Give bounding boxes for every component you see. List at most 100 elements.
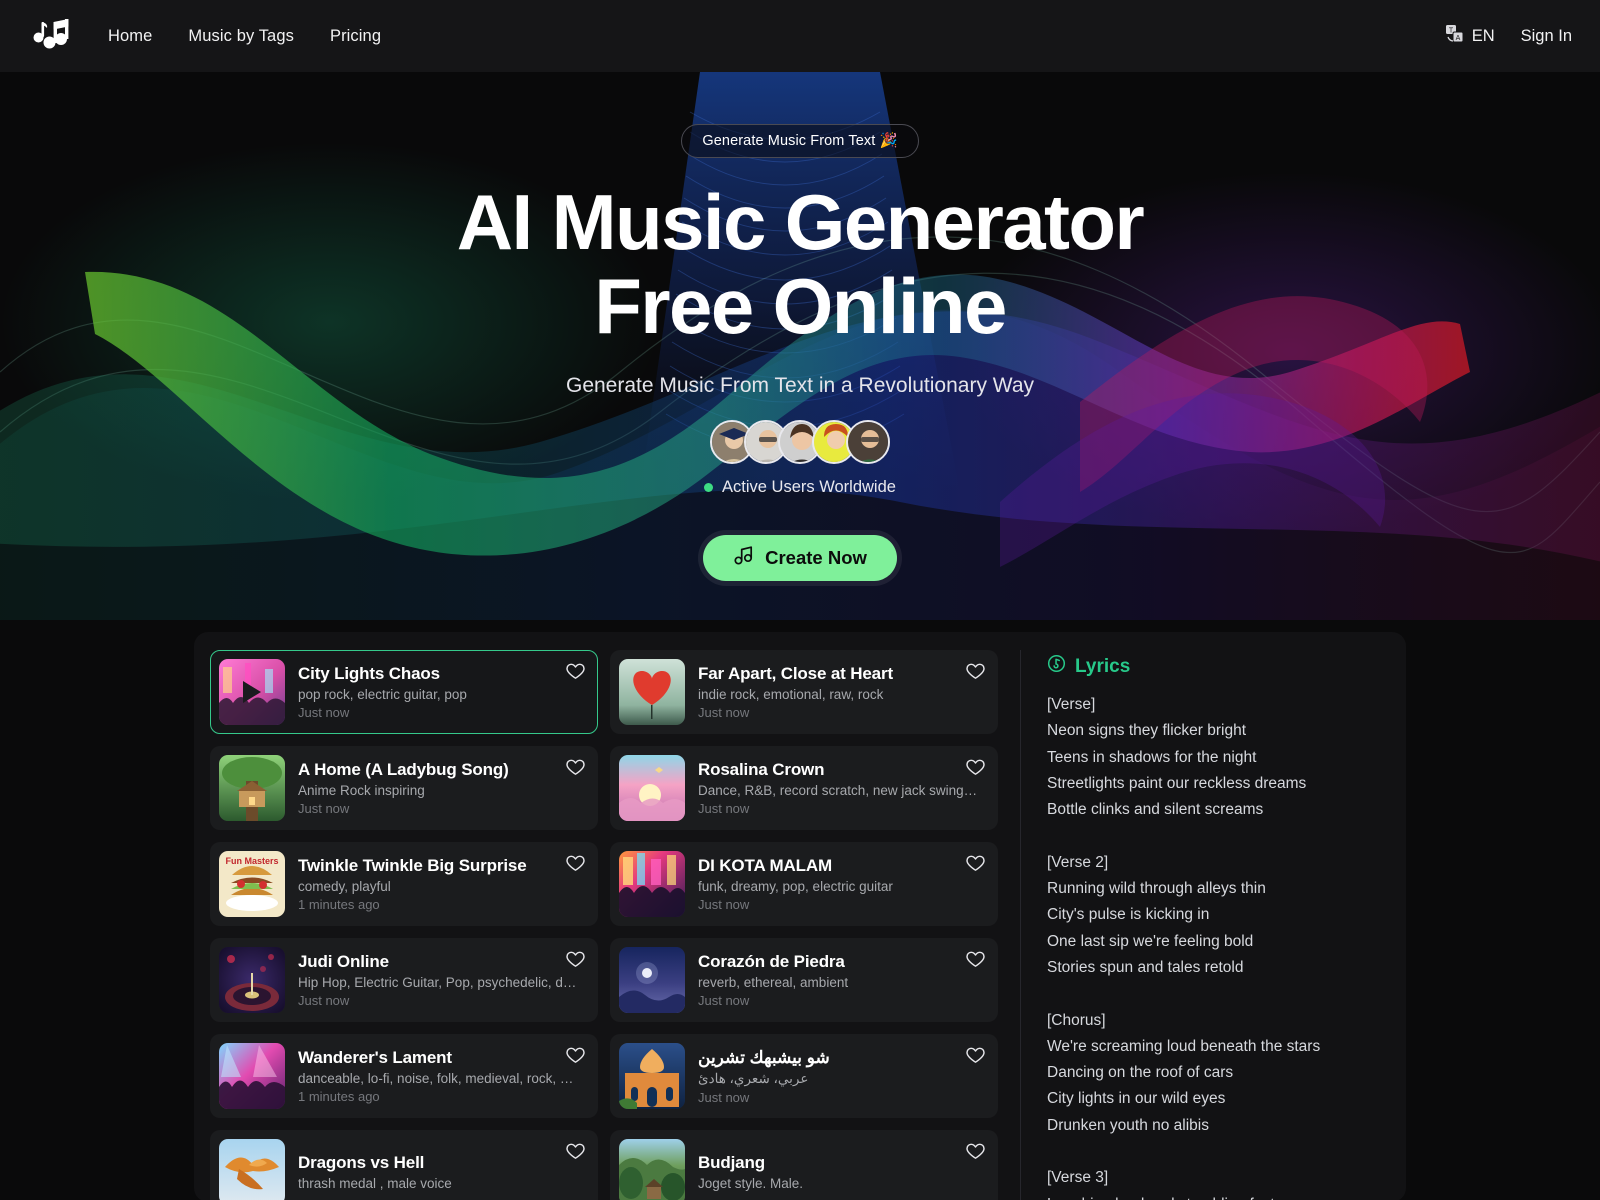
lyrics-panel: Lyrics [Verse] Neon signs they flicker b… xyxy=(1020,650,1390,1200)
content-area: City Lights Chaos pop rock, electric guit… xyxy=(0,620,1600,1200)
svg-text:Fun Masters: Fun Masters xyxy=(225,856,278,866)
song-list: City Lights Chaos pop rock, electric guit… xyxy=(210,650,1020,1200)
page-title: AI Music Generator Free Online xyxy=(457,180,1145,350)
song-title: Twinkle Twinkle Big Surprise xyxy=(298,856,527,875)
song-thumbnail[interactable] xyxy=(219,659,285,725)
song-info: Corazón de Piedra reverb, ethereal, ambie… xyxy=(685,952,987,1008)
favorite-heart-icon[interactable] xyxy=(566,1143,585,1165)
song-tags: Dance, R&B, record scratch, new jack swi… xyxy=(698,783,980,798)
favorite-heart-icon[interactable] xyxy=(966,663,985,685)
song-card[interactable]: Wanderer's Lament danceable, lo-fi, noise… xyxy=(210,1034,598,1118)
song-info: City Lights Chaos pop rock, electric guit… xyxy=(285,664,587,720)
song-thumbnail[interactable] xyxy=(219,1139,285,1200)
favorite-heart-icon[interactable] xyxy=(566,759,585,781)
song-timestamp: Just now xyxy=(298,993,350,1008)
lyrics-header: Lyrics xyxy=(1047,654,1390,679)
song-title: Budjang xyxy=(698,1153,765,1172)
song-title: Wanderer's Lament xyxy=(298,1048,452,1067)
music-note-logo[interactable] xyxy=(26,13,72,59)
lyrics-text: [Verse] Neon signs they flicker bright T… xyxy=(1047,696,1321,1200)
favorite-heart-icon[interactable] xyxy=(966,1143,985,1165)
active-users-status: Active Users Worldwide xyxy=(704,478,896,497)
song-thumbnail[interactable] xyxy=(619,755,685,821)
song-timestamp: Just now xyxy=(698,1089,750,1105)
play-icon[interactable] xyxy=(243,681,261,703)
music-note-icon xyxy=(733,545,754,571)
active-users-label: Active Users Worldwide xyxy=(722,478,896,496)
song-timestamp: 1 minutes ago xyxy=(298,897,380,912)
favorite-heart-icon[interactable] xyxy=(566,855,585,877)
song-card[interactable]: Judi Online Hip Hop, Electric Guitar, Pop… xyxy=(210,938,598,1022)
nav-right: T A EN Sign In xyxy=(1445,24,1572,48)
song-info: Dragons vs Hell thrash medal , male voice xyxy=(285,1153,587,1191)
sign-in-button[interactable]: Sign In xyxy=(1521,27,1572,46)
nav-link-music-by-tags[interactable]: Music by Tags xyxy=(188,27,294,46)
song-thumbnail[interactable] xyxy=(619,1139,685,1200)
song-thumbnail[interactable] xyxy=(219,947,285,1013)
song-thumbnail[interactable] xyxy=(219,755,285,821)
song-title: DI KOTA MALAM xyxy=(698,856,833,875)
song-info: شو بيشبهك تشرين عربي، شعري، هادئ Just now xyxy=(685,1048,987,1105)
nav-link-home[interactable]: Home xyxy=(108,27,152,46)
favorite-heart-icon[interactable] xyxy=(966,759,985,781)
status-dot-icon xyxy=(704,483,714,492)
song-timestamp: Just now xyxy=(298,705,350,720)
nav-link-pricing[interactable]: Pricing xyxy=(330,27,381,46)
song-title: Judi Online xyxy=(298,952,389,971)
song-info: Rosalina Crown Dance, R&B, record scratch… xyxy=(685,760,987,816)
favorite-heart-icon[interactable] xyxy=(566,951,585,973)
song-title: A Home (A Ladybug Song) xyxy=(298,760,509,779)
song-card[interactable]: City Lights Chaos pop rock, electric guit… xyxy=(210,650,598,734)
song-timestamp: Just now xyxy=(698,897,750,912)
svg-text:A: A xyxy=(1455,35,1460,42)
active-user-avatars xyxy=(710,420,890,464)
song-card[interactable]: شو بيشبهك تشرين عربي، شعري، هادئ Just now xyxy=(610,1034,998,1118)
top-navbar: Home Music by Tags Pricing T A EN Sign I… xyxy=(0,0,1600,72)
song-timestamp: Just now xyxy=(698,993,750,1008)
favorite-heart-icon[interactable] xyxy=(566,1047,585,1069)
song-title: Rosalina Crown xyxy=(698,760,825,779)
song-thumbnail[interactable] xyxy=(619,1043,685,1109)
create-now-button[interactable]: Create Now xyxy=(703,535,897,581)
favorite-heart-icon[interactable] xyxy=(966,951,985,973)
hero-section: Generate Music From Text 🎉 AI Music Gene… xyxy=(0,72,1600,620)
song-tags: indie rock, emotional, raw, rock xyxy=(698,687,884,702)
song-info: Wanderer's Lament danceable, lo-fi, noise… xyxy=(285,1048,587,1104)
disc-icon xyxy=(1047,654,1066,679)
song-card[interactable]: Dragons vs Hell thrash medal , male voice xyxy=(210,1130,598,1200)
song-card[interactable]: DI KOTA MALAM funk, dreamy, pop, electric… xyxy=(610,842,998,926)
song-title: Dragons vs Hell xyxy=(298,1153,425,1172)
song-title: شو بيشبهك تشرين xyxy=(698,1047,830,1067)
hero-badge[interactable]: Generate Music From Text 🎉 xyxy=(681,124,919,158)
song-timestamp: 1 minutes ago xyxy=(298,1089,380,1104)
song-title: City Lights Chaos xyxy=(298,664,440,683)
song-thumbnail[interactable] xyxy=(219,1043,285,1109)
song-tags: danceable, lo-fi, noise, folk, medieval,… xyxy=(298,1071,580,1086)
song-card[interactable]: Fun Masters Twinkle Twinkle Big Surprise c… xyxy=(210,842,598,926)
nav-links: Home Music by Tags Pricing xyxy=(108,27,381,46)
hero-content: Generate Music From Text 🎉 AI Music Gene… xyxy=(0,72,1600,581)
song-info: Far Apart, Close at Heart indie rock, emo… xyxy=(685,664,987,720)
hero-title-line-2: Free Online xyxy=(594,262,1007,350)
song-thumbnail[interactable] xyxy=(619,851,685,917)
song-card[interactable]: Corazón de Piedra reverb, ethereal, ambie… xyxy=(610,938,998,1022)
song-card[interactable]: Budjang Joget style. Male. xyxy=(610,1130,998,1200)
favorite-heart-icon[interactable] xyxy=(566,663,585,685)
song-info: DI KOTA MALAM funk, dreamy, pop, electric… xyxy=(685,856,987,912)
song-thumbnail[interactable] xyxy=(619,659,685,725)
song-title: Far Apart, Close at Heart xyxy=(698,664,893,683)
song-info: Budjang Joget style. Male. xyxy=(685,1153,987,1191)
language-switcher[interactable]: T A EN xyxy=(1445,24,1495,48)
favorite-heart-icon[interactable] xyxy=(966,1047,985,1069)
song-card[interactable]: Rosalina Crown Dance, R&B, record scratch… xyxy=(610,746,998,830)
song-card[interactable]: A Home (A Ladybug Song) Anime Rock inspir… xyxy=(210,746,598,830)
song-timestamp: Just now xyxy=(698,801,750,816)
song-card[interactable]: Far Apart, Close at Heart indie rock, emo… xyxy=(610,650,998,734)
song-tags: pop rock, electric guitar, pop xyxy=(298,687,467,702)
song-thumbnail[interactable]: Fun Masters xyxy=(219,851,285,917)
song-tags: Joget style. Male. xyxy=(698,1176,804,1191)
song-thumbnail[interactable] xyxy=(619,947,685,1013)
song-tags: Anime Rock inspiring xyxy=(298,783,425,798)
favorite-heart-icon[interactable] xyxy=(966,855,985,877)
lyrics-title: Lyrics xyxy=(1075,655,1131,677)
